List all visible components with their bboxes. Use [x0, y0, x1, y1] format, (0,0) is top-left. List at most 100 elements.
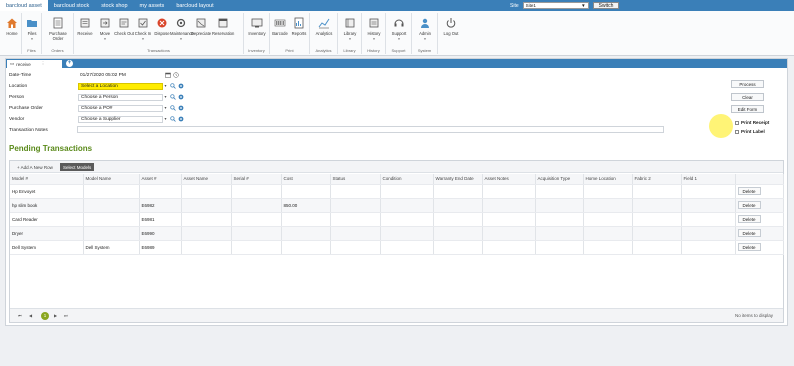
search-icon[interactable]: [169, 83, 176, 90]
next-page-icon[interactable]: ▶: [54, 313, 57, 318]
table-cell[interactable]: [535, 184, 584, 199]
table-cell[interactable]: [583, 212, 633, 227]
checkbox-box[interactable]: [735, 129, 739, 134]
column-header[interactable]: Cost: [281, 174, 331, 185]
table-cell[interactable]: [83, 184, 140, 199]
table-cell[interactable]: Dryer: [10, 226, 84, 241]
table-cell[interactable]: E6990: [139, 226, 182, 241]
table-cell[interactable]: [482, 240, 536, 255]
table-cell[interactable]: Hp Envoyet: [10, 184, 84, 199]
tab-stock-shop[interactable]: stock shop: [95, 0, 133, 11]
table-cell[interactable]: [583, 240, 633, 255]
inventory-button[interactable]: Inventory: [246, 14, 268, 36]
table-cell[interactable]: [380, 226, 434, 241]
column-header[interactable]: Warranty End Date: [433, 174, 483, 185]
tab-barcloud-stock[interactable]: barcloud stock: [48, 0, 95, 11]
table-cell[interactable]: [632, 212, 682, 227]
chevron-down-icon[interactable]: ▼: [163, 95, 168, 99]
tab-receive[interactable]: ▭ receive ⋮: [7, 60, 62, 68]
table-cell[interactable]: [632, 240, 682, 255]
table-cell[interactable]: [231, 226, 282, 241]
table-cell[interactable]: [433, 226, 483, 241]
column-header[interactable]: Serial #: [231, 174, 282, 185]
switch-button[interactable]: Switch: [592, 2, 620, 9]
current-page[interactable]: 1: [41, 312, 49, 320]
vendor-select[interactable]: Choose a Supplier: [78, 115, 163, 123]
print-label-checkbox[interactable]: Print Label: [735, 128, 765, 135]
table-cell[interactable]: [583, 184, 633, 199]
column-header[interactable]: Asset Notes: [482, 174, 536, 185]
table-row[interactable]: Dell System Dell System E6989 Delete: [10, 240, 784, 255]
table-cell[interactable]: [380, 240, 434, 255]
column-header[interactable]: Acquisition Type: [535, 174, 584, 185]
search-icon[interactable]: [169, 105, 176, 112]
select-models-button[interactable]: Select Models: [60, 163, 95, 171]
table-cell[interactable]: Card Reader: [10, 212, 84, 227]
add-tab-icon[interactable]: +: [66, 60, 73, 67]
reservation-button[interactable]: Reservation: [212, 14, 234, 36]
print-receipt-checkbox[interactable]: Print Receipt: [735, 119, 769, 126]
table-cell[interactable]: [181, 212, 232, 227]
gear-icon[interactable]: [177, 105, 184, 112]
first-page-icon[interactable]: ⏮: [18, 313, 22, 318]
gear-icon[interactable]: [177, 116, 184, 123]
person-select[interactable]: Choose a Person: [78, 93, 163, 101]
table-cell[interactable]: [632, 184, 682, 199]
table-cell[interactable]: E6982: [139, 198, 182, 213]
column-header[interactable]: Model #: [10, 174, 84, 185]
delete-button[interactable]: Delete: [737, 201, 761, 209]
table-cell[interactable]: [181, 226, 232, 241]
table-cell[interactable]: [181, 198, 232, 213]
table-cell[interactable]: hp slim book: [10, 198, 84, 213]
table-cell[interactable]: [83, 212, 140, 227]
delete-button[interactable]: Delete: [737, 229, 761, 237]
column-header[interactable]: Home Location: [583, 174, 633, 185]
table-cell[interactable]: [433, 184, 483, 199]
table-cell[interactable]: [535, 198, 584, 213]
table-cell[interactable]: [535, 240, 584, 255]
table-cell[interactable]: [583, 226, 633, 241]
table-cell[interactable]: 850.00: [281, 198, 331, 213]
table-cell[interactable]: [433, 198, 483, 213]
process-button[interactable]: Process: [731, 80, 764, 88]
table-cell[interactable]: [83, 198, 140, 213]
table-cell[interactable]: [681, 240, 736, 255]
tab-menu-icon[interactable]: ⋮: [41, 61, 46, 67]
purchase-order-button[interactable]: Purchase Order: [47, 14, 69, 41]
gear-icon[interactable]: [177, 83, 184, 90]
table-cell[interactable]: [181, 240, 232, 255]
table-cell[interactable]: [482, 212, 536, 227]
delete-button[interactable]: Delete: [737, 243, 761, 251]
admin-button[interactable]: Admin ▼: [414, 14, 436, 41]
table-cell[interactable]: E6981: [139, 212, 182, 227]
delete-cell[interactable]: Delete: [735, 212, 784, 227]
table-cell[interactable]: [681, 212, 736, 227]
table-cell[interactable]: [231, 198, 282, 213]
table-cell[interactable]: [281, 226, 331, 241]
log-out-button[interactable]: Log Out: [440, 14, 462, 36]
table-cell[interactable]: [231, 212, 282, 227]
delete-cell[interactable]: Delete: [735, 226, 784, 241]
site-select[interactable]: Site1 ▼: [522, 2, 589, 9]
table-cell[interactable]: [433, 240, 483, 255]
table-cell[interactable]: [83, 226, 140, 241]
column-header[interactable]: Asset #: [139, 174, 182, 185]
table-cell[interactable]: [433, 212, 483, 227]
chevron-down-icon[interactable]: ▼: [163, 117, 168, 121]
table-cell[interactable]: Dell System: [10, 240, 84, 255]
calendar-icon[interactable]: [164, 72, 171, 79]
table-cell[interactable]: Dell System: [83, 240, 140, 255]
gear-icon[interactable]: [177, 94, 184, 101]
clear-button[interactable]: Clear: [731, 93, 764, 101]
table-cell[interactable]: [535, 212, 584, 227]
table-cell[interactable]: [380, 212, 434, 227]
library-button[interactable]: Library ▼: [339, 14, 361, 41]
table-cell[interactable]: [380, 184, 434, 199]
delete-button[interactable]: Delete: [737, 187, 761, 195]
table-cell[interactable]: [330, 240, 381, 255]
table-cell[interactable]: [482, 184, 536, 199]
delete-button[interactable]: Delete: [737, 215, 761, 223]
depreciate-button[interactable]: Depreciate: [190, 14, 212, 36]
table-row[interactable]: Hp Envoyet Delete: [10, 184, 784, 199]
table-cell[interactable]: [281, 212, 331, 227]
